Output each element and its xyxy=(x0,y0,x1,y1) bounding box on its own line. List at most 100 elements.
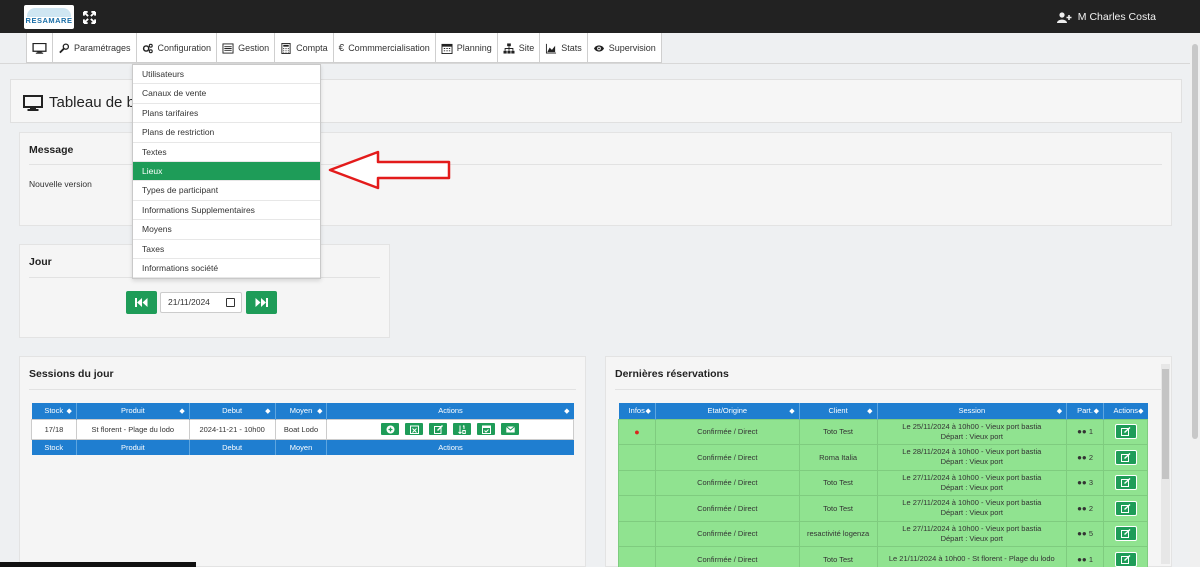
reservations-scrollbar[interactable] xyxy=(1161,364,1170,564)
page-scrollbar[interactable] xyxy=(1190,33,1200,567)
edit-button[interactable] xyxy=(1114,475,1137,491)
sort-icon[interactable]: ◆ xyxy=(1057,407,1062,415)
nav-planning[interactable]: Planning xyxy=(436,33,498,63)
dropdown-item[interactable]: Plans tarifaires xyxy=(133,104,320,124)
scroll-thumb[interactable] xyxy=(1192,44,1198,439)
nav-stats[interactable]: Stats xyxy=(540,33,588,63)
column-header[interactable]: Actions ◆ xyxy=(1103,403,1148,419)
dropdown-item[interactable]: Taxes xyxy=(133,240,320,259)
column-header[interactable]: Moyen ◆ xyxy=(275,403,328,419)
session-depart: Départ : Vieux port xyxy=(940,508,1003,518)
cell-etat: Confirmée / Direct xyxy=(654,495,800,522)
dropdown-item[interactable]: Informations Supplementaires xyxy=(133,201,320,221)
sort-icon[interactable]: ◆ xyxy=(67,407,72,415)
calendar-check-button[interactable] xyxy=(476,422,497,436)
edit-button[interactable] xyxy=(1114,526,1137,542)
cell-infos: ● xyxy=(618,418,656,445)
table-row[interactable]: Confirmée / Direct Toto Test Le 27/11/2024… xyxy=(618,469,1148,496)
cell-part: ●● 5 xyxy=(1066,520,1105,547)
nav-configuration[interactable]: Configuration xyxy=(137,33,218,63)
red-arrow-annotation xyxy=(328,150,451,190)
dropdown-item[interactable]: Types de participant xyxy=(133,181,320,201)
column-header[interactable]: Session ◆ xyxy=(877,403,1068,419)
header-label: Moyen xyxy=(289,406,313,416)
sort-icon[interactable]: ◆ xyxy=(789,407,794,415)
calendar-icon[interactable] xyxy=(226,298,235,307)
column-header[interactable]: Part. ◆ xyxy=(1066,403,1105,419)
table-row[interactable]: Confirmée / Direct Toto Test Le 27/11/2024… xyxy=(618,495,1148,522)
table-row[interactable]: ● Confirmée / Direct Toto Test Le 25/11/202… xyxy=(618,418,1148,445)
nav-gestion[interactable]: Gestion xyxy=(217,33,276,63)
edit-button[interactable] xyxy=(428,422,449,436)
edit-button[interactable] xyxy=(1114,424,1137,440)
dropdown-item[interactable]: Textes xyxy=(133,143,320,162)
configuration-dropdown: Utilisateurs Canaux de vente Plans tarifai… xyxy=(132,64,321,280)
edit-icon xyxy=(1120,529,1130,539)
column-header[interactable]: Infos ◆ xyxy=(618,403,656,419)
header-label: Etat/Origine xyxy=(707,406,748,416)
fullscreen-icon[interactable] xyxy=(83,11,96,24)
add-button[interactable] xyxy=(380,422,400,436)
nav-compta[interactable]: Compta xyxy=(275,33,334,63)
table-row[interactable]: Confirmée / Direct Toto Test Le 21/11/2024… xyxy=(618,546,1148,567)
dropdown-item[interactable]: Utilisateurs xyxy=(133,65,320,85)
cell-infos xyxy=(618,546,656,567)
sort-icon[interactable]: ◆ xyxy=(317,407,322,415)
dropdown-item[interactable]: Canaux de vente xyxy=(133,84,320,104)
table-header: Infos ◆ Etat/Origine ◆ Client ◆ Session ◆ Pa… xyxy=(618,403,1148,419)
sort-icon[interactable]: ◆ xyxy=(265,407,270,415)
date-field[interactable]: 21/11/2024 xyxy=(160,292,242,313)
cell-actions xyxy=(326,418,574,440)
sort-icon[interactable]: ◆ xyxy=(1138,407,1143,415)
sort-numeric-icon xyxy=(458,425,467,434)
column-header[interactable]: Actions ◆ xyxy=(326,403,574,419)
sort-icon[interactable]: ◆ xyxy=(179,407,184,415)
cell-session: Le 21/11/2024 à 10h00 - St florent - Pla… xyxy=(876,546,1068,567)
cancel-date-button[interactable] xyxy=(404,422,425,436)
sort-button[interactable] xyxy=(452,422,473,436)
column-header[interactable]: Stock ◆ xyxy=(31,403,77,419)
participant-count: 3 xyxy=(1088,478,1094,488)
dropdown-item[interactable]: Lieux xyxy=(133,161,320,182)
footer-cell: Moyen xyxy=(275,439,328,455)
cell-etat: Confirmée / Direct xyxy=(654,469,800,496)
column-header[interactable]: Debut ◆ xyxy=(189,403,276,419)
table-row[interactable]: 17/18 St florent - Plage du lodo 2024-11… xyxy=(31,418,574,440)
eye-icon xyxy=(593,44,604,52)
edit-icon xyxy=(1120,427,1130,437)
nav-label: Paramétrages xyxy=(74,43,131,53)
header-label: Stock xyxy=(44,406,64,416)
sort-icon[interactable]: ◆ xyxy=(867,407,872,415)
column-header[interactable]: Client ◆ xyxy=(799,403,878,419)
scroll-thumb[interactable] xyxy=(1162,369,1169,479)
edit-button[interactable] xyxy=(1114,500,1137,516)
edit-button[interactable] xyxy=(1114,551,1137,567)
dropdown-item[interactable]: Informations société xyxy=(133,259,320,279)
dropdown-item[interactable]: Plans de restriction xyxy=(133,123,320,143)
table-row[interactable]: Confirmée / Direct Roma Italia Le 28/11/20… xyxy=(618,444,1148,471)
nav-site[interactable]: Site xyxy=(498,33,541,63)
comment-icon[interactable]: ● xyxy=(634,427,639,437)
nav-dashboard[interactable] xyxy=(27,33,53,63)
next-day-button[interactable] xyxy=(246,291,277,314)
dropdown-item[interactable]: Moyens xyxy=(133,220,320,240)
table-row[interactable]: Confirmée / Direct resactivité logenza Le … xyxy=(618,520,1148,547)
sort-icon[interactable]: ◆ xyxy=(646,407,651,415)
user-menu[interactable]: M Charles Costa xyxy=(1056,11,1156,23)
cell-stock: 17/18 xyxy=(31,418,77,440)
nav-label: Configuration xyxy=(157,43,212,53)
edit-button[interactable] xyxy=(1114,449,1137,465)
sort-icon[interactable]: ◆ xyxy=(564,407,569,415)
nav-supervision[interactable]: Supervision xyxy=(588,33,661,63)
nav-parametrages[interactable]: Paramétrages xyxy=(53,33,137,63)
sort-icon[interactable]: ◆ xyxy=(1094,407,1099,415)
app-logo[interactable]: RESAMARE xyxy=(24,5,74,29)
previous-day-button[interactable] xyxy=(126,291,157,314)
user-add-icon xyxy=(1056,11,1072,23)
column-header[interactable]: Etat/Origine ◆ xyxy=(655,403,800,419)
email-button[interactable] xyxy=(500,422,521,436)
column-header[interactable]: Produit ◆ xyxy=(76,403,190,419)
session-line: Le 27/11/2024 à 10h00 - Vieux port basti… xyxy=(902,472,1042,482)
nav-commercialisation[interactable]: € Commmercialisation xyxy=(334,33,436,63)
cell-client: Toto Test xyxy=(798,495,878,522)
